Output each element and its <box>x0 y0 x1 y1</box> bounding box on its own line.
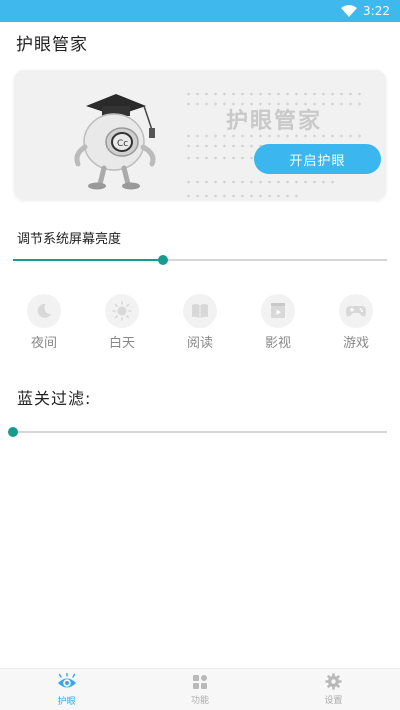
mode-label: 夜间 <box>30 336 57 351</box>
book-icon <box>183 294 217 328</box>
gamepad-icon <box>339 294 373 328</box>
hero-brand-text: 护眼管家 <box>226 109 323 134</box>
gear-icon <box>325 673 342 690</box>
film-icon <box>261 294 295 328</box>
brightness-slider-thumb[interactable] <box>157 255 168 265</box>
graduate-mascot-icon: Cc <box>74 94 156 190</box>
status-time: 3:22 <box>363 4 390 18</box>
bottom-tab-bar: 护眼 功能 设置 <box>0 668 400 710</box>
hero-card: 护眼管家 Cc 开启护眼 <box>14 70 386 200</box>
tab-label: 功能 <box>190 695 209 706</box>
sun-icon <box>105 294 139 328</box>
mode-label: 白天 <box>108 336 135 351</box>
mode-label: 阅读 <box>186 336 213 351</box>
mode-video-button[interactable]: 影视 <box>250 294 306 354</box>
mode-label: 游戏 <box>342 336 369 351</box>
tab-eye-care[interactable]: 护眼 <box>0 669 133 710</box>
mode-game-button[interactable]: 游戏 <box>328 294 384 354</box>
status-bar: 3:22 <box>0 0 400 22</box>
mode-reading-button[interactable]: 阅读 <box>172 294 228 354</box>
blue-filter-label: 蓝关过滤: <box>17 389 92 408</box>
mode-list: 夜间 白天 阅读 影视 游戏 <box>16 294 384 354</box>
tab-label: 设置 <box>324 696 343 706</box>
moon-icon <box>27 294 61 328</box>
brightness-label: 调节系统屏幕亮度 <box>17 232 122 247</box>
brightness-slider-fill <box>13 259 163 261</box>
blue-filter-slider-thumb[interactable] <box>8 427 18 437</box>
tab-label: 护眼 <box>57 696 76 707</box>
tab-features[interactable]: 功能 <box>133 669 266 710</box>
blue-filter-slider-track <box>8 431 387 433</box>
start-eye-protection-button[interactable]: 开启护眼 <box>254 144 381 174</box>
svg-text:Cc: Cc <box>117 139 128 149</box>
grid-icon <box>192 674 207 689</box>
eye-icon <box>57 672 76 687</box>
wifi-icon <box>341 5 358 17</box>
brightness-slider[interactable] <box>13 254 387 266</box>
mode-night-button[interactable]: 夜间 <box>16 294 72 354</box>
tab-settings[interactable]: 设置 <box>267 669 400 710</box>
mode-day-button[interactable]: 白天 <box>94 294 150 354</box>
blue-filter-slider[interactable] <box>8 426 387 438</box>
page-title: 护眼管家 <box>16 35 88 55</box>
mode-label: 影视 <box>264 336 291 351</box>
